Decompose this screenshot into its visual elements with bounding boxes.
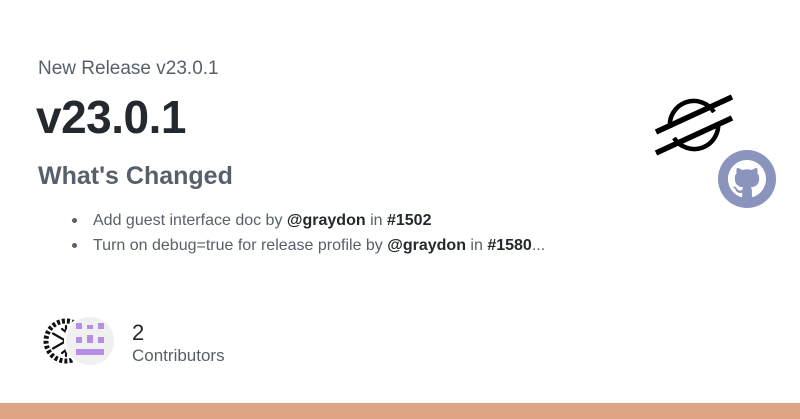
- bullet-icon: [72, 218, 77, 223]
- list-item: Turn on debug=true for release profile b…: [72, 233, 545, 258]
- ellipsis: ...: [531, 237, 546, 254]
- release-subtitle: New Release v23.0.1: [38, 58, 219, 79]
- pr-link[interactable]: #1580: [487, 237, 532, 254]
- stellar-logo-icon: [654, 94, 734, 156]
- github-logo-icon: [718, 150, 776, 208]
- change-text: in: [465, 237, 488, 254]
- change-text: in: [365, 212, 387, 229]
- pr-link[interactable]: #1502: [387, 212, 432, 229]
- change-text: Turn on debug=true for release profile b…: [93, 237, 388, 254]
- identicon-avatar-icon: [66, 317, 114, 365]
- avatar[interactable]: [64, 315, 116, 367]
- whats-changed-heading: What's Changed: [38, 162, 233, 190]
- release-title: v23.0.1: [36, 91, 186, 143]
- bullet-icon: [72, 243, 77, 248]
- changes-list: Add guest interface doc by @graydon in #…: [72, 208, 545, 258]
- list-item: Add guest interface doc by @graydon in #…: [72, 208, 545, 233]
- change-text: Add guest interface doc by: [93, 212, 287, 229]
- contributor-avatars[interactable]: [40, 315, 120, 367]
- user-link[interactable]: @graydon: [287, 212, 366, 229]
- user-link[interactable]: @graydon: [387, 237, 466, 254]
- language-color-bar: [0, 403, 800, 419]
- contributors-count: 2: [132, 320, 145, 345]
- contributors-label: Contributors: [132, 346, 225, 365]
